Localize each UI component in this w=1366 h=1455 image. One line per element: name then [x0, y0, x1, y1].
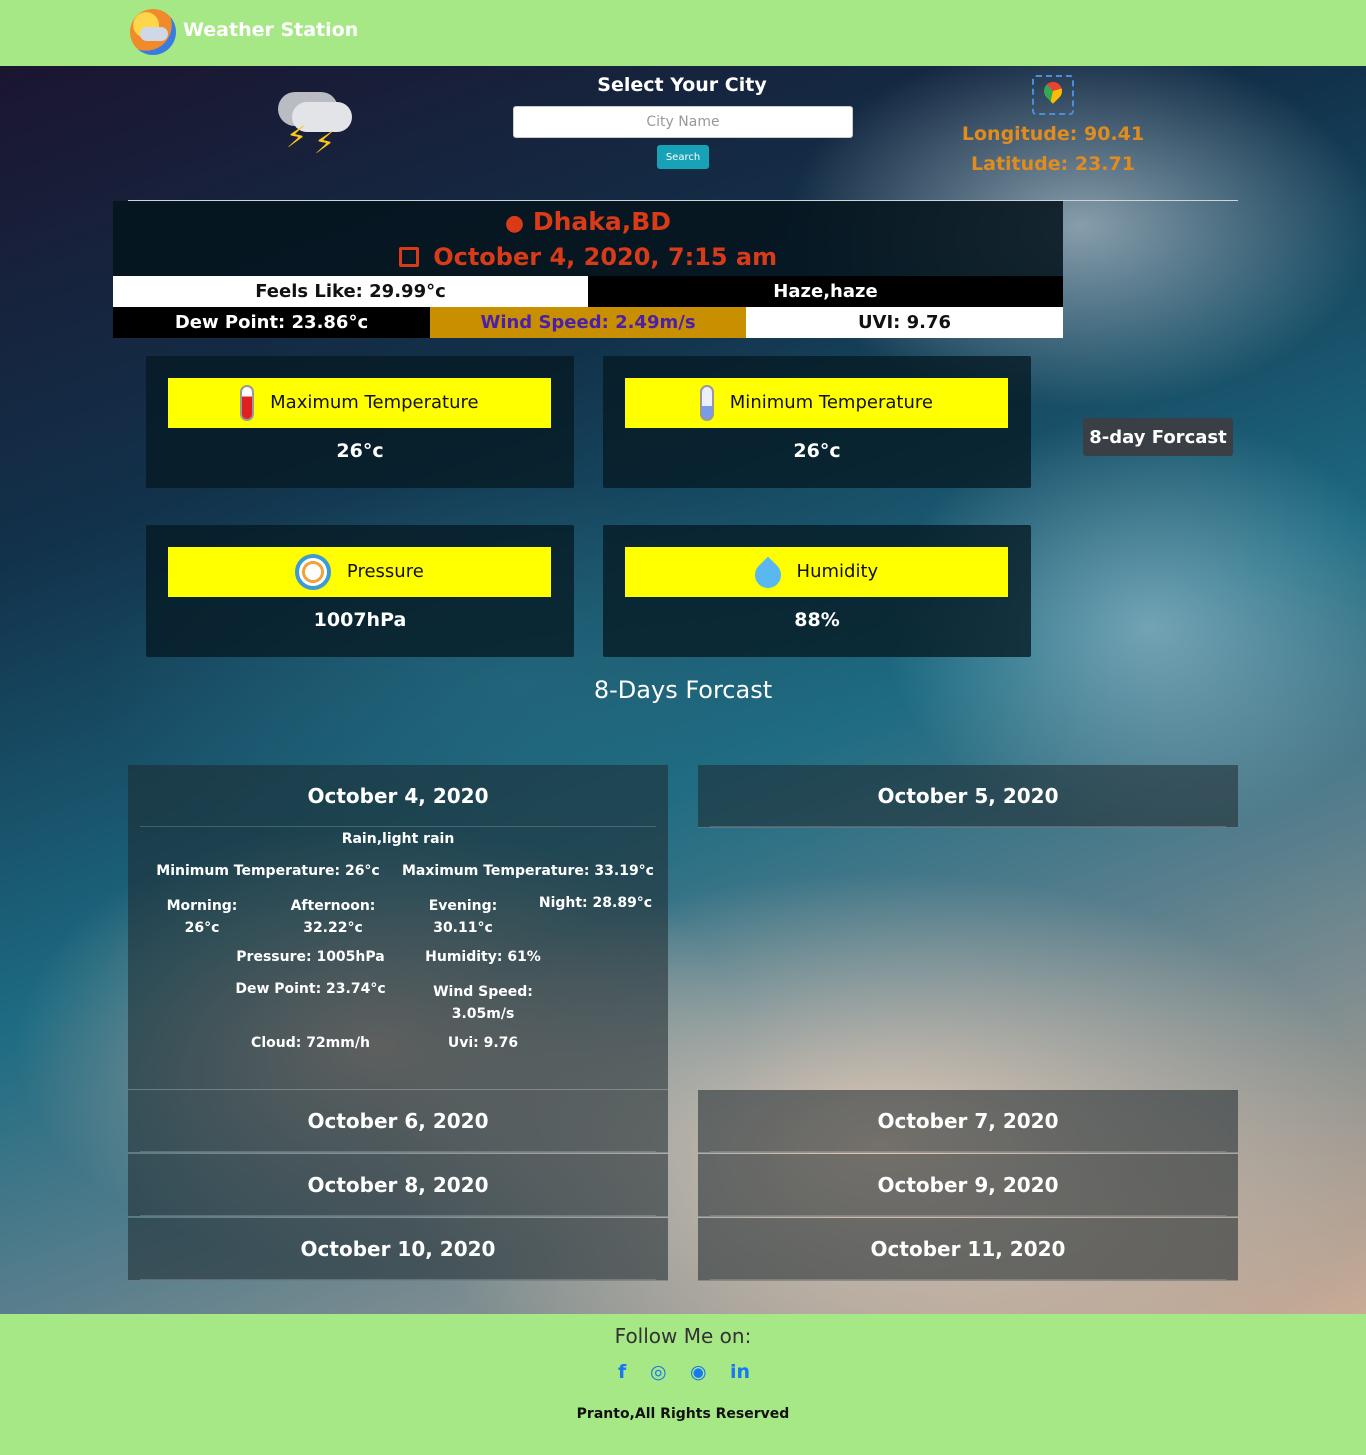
humidity-header: Humidity — [625, 547, 1008, 597]
thermometer-cold-icon — [700, 385, 715, 421]
day-night: Night: 28.89°c — [538, 895, 653, 911]
day-dew-point: Dew Point: 23.74°c — [235, 981, 386, 997]
map-pin-icon[interactable] — [1032, 75, 1074, 115]
forecast-day-panel: October 6, 2020 — [128, 1090, 668, 1153]
pressure-value: 1007hPa — [313, 609, 407, 631]
select-city-title: Select Your City — [597, 74, 767, 96]
forecast-section-title: 8-Days Forcast — [593, 676, 773, 704]
day-morning: Morning: 26°c — [166, 898, 238, 936]
uvi-cell: UVI: 9.76 — [746, 307, 1063, 338]
location-pin-icon: ● — [504, 211, 525, 236]
city-search-input[interactable] — [513, 106, 853, 138]
facebook-icon[interactable]: f — [618, 1361, 626, 1383]
day-cloud: Cloud: 72mm/h — [251, 1035, 370, 1051]
github-icon[interactable]: ◉ — [690, 1361, 707, 1383]
forecast-day-header[interactable]: October 11, 2020 — [710, 1218, 1226, 1280]
feels-like-cell: Feels Like: 29.99°c — [113, 276, 588, 307]
forecast-day-header[interactable]: October 4, 2020 — [140, 765, 656, 827]
max-temperature-header: Maximum Temperature — [168, 378, 551, 428]
min-temperature-value: 26°c — [793, 440, 841, 462]
forecast-day-panel: October 11, 2020 — [698, 1218, 1238, 1281]
navbar: Weather Station — [0, 0, 1366, 66]
current-weather-panel: ● Dhaka,BD October 4, 2020, 7:15 am Feel… — [113, 201, 1063, 338]
min-temperature-card: Minimum Temperature 26°c — [603, 356, 1031, 488]
max-temperature-value: 26°c — [336, 440, 384, 462]
humidity-value: 88% — [794, 609, 840, 631]
search-button[interactable]: Search — [657, 145, 709, 169]
forecast-day-panel: October 5, 2020 — [698, 765, 1238, 828]
day-humidity: Humidity: 61% — [425, 949, 541, 965]
latitude-text: Latitude: 23.71 — [971, 153, 1135, 175]
humidity-card: Humidity 88% — [603, 525, 1031, 657]
forecast-day-panel: October 8, 2020 — [128, 1154, 668, 1217]
follow-me-text: Follow Me on: — [614, 1324, 752, 1348]
forecast-day-panel: October 10, 2020 — [128, 1218, 668, 1281]
copyright-text: Pranto,All Rights Reserved — [576, 1406, 790, 1422]
gauge-icon — [295, 554, 332, 590]
day-description: Rain,light rain — [341, 831, 455, 847]
forecast-day-panel: October 4, 2020 Rain,light rain Minimum … — [128, 765, 668, 1090]
app-title[interactable]: Weather Station — [183, 19, 358, 41]
forecast-day-header[interactable]: October 5, 2020 — [710, 765, 1226, 827]
forecast-day-header[interactable]: October 10, 2020 — [140, 1218, 656, 1280]
day-evening: Evening: 30.11°c — [428, 898, 498, 936]
location-datetime: October 4, 2020, 7:15 am — [113, 243, 1063, 271]
forecast-day-panel: October 7, 2020 — [698, 1090, 1238, 1153]
pressure-header: Pressure — [168, 547, 551, 597]
pressure-card: Pressure 1007hPa — [146, 525, 574, 657]
wind-speed-cell: Wind Speed: 2.49m/s — [430, 307, 746, 338]
condition-cell: Haze,haze — [588, 276, 1063, 307]
dew-point-cell: Dew Point: 23.86°c — [113, 307, 430, 338]
instagram-icon[interactable]: ◎ — [650, 1361, 667, 1383]
forecast-day-header[interactable]: October 9, 2020 — [710, 1154, 1226, 1216]
calendar-icon — [398, 247, 419, 267]
min-temperature-header: Minimum Temperature — [625, 378, 1008, 428]
forecast-day-details: Rain,light rain Minimum Temperature: 26°… — [128, 827, 668, 1089]
linkedin-icon[interactable]: in — [730, 1361, 750, 1383]
location-city: ● Dhaka,BD — [504, 207, 672, 236]
longitude-text: Longitude: 90.41 — [961, 123, 1145, 145]
forecast-day-header[interactable]: October 6, 2020 — [140, 1090, 656, 1152]
day-afternoon: Afternoon: 32.22°c — [290, 898, 376, 936]
weather-logo-icon[interactable] — [130, 9, 176, 55]
forecast-day-header[interactable]: October 8, 2020 — [140, 1154, 656, 1216]
forecast-day-panel: October 9, 2020 — [698, 1154, 1238, 1217]
eight-day-forecast-button[interactable]: 8-day Forcast — [1083, 418, 1233, 456]
thunderstorm-icon: ⚡ ⚡ — [272, 84, 356, 164]
day-min-temp: Minimum Temperature: 26°c — [156, 863, 380, 879]
day-max-temp: Maximum Temperature: 33.19°c — [402, 863, 654, 879]
thermometer-hot-icon — [240, 385, 255, 421]
footer: Follow Me on: f ◎ ◉ in Pranto,All Rights… — [0, 1314, 1366, 1455]
max-temperature-card: Maximum Temperature 26°c — [146, 356, 574, 488]
day-pressure: Pressure: 1005hPa — [236, 949, 385, 965]
droplet-icon — [749, 556, 787, 594]
day-uvi: Uvi: 9.76 — [447, 1035, 519, 1051]
forecast-day-header[interactable]: October 7, 2020 — [710, 1090, 1226, 1152]
day-wind-speed: Wind Speed: 3.05m/s — [433, 984, 533, 1022]
